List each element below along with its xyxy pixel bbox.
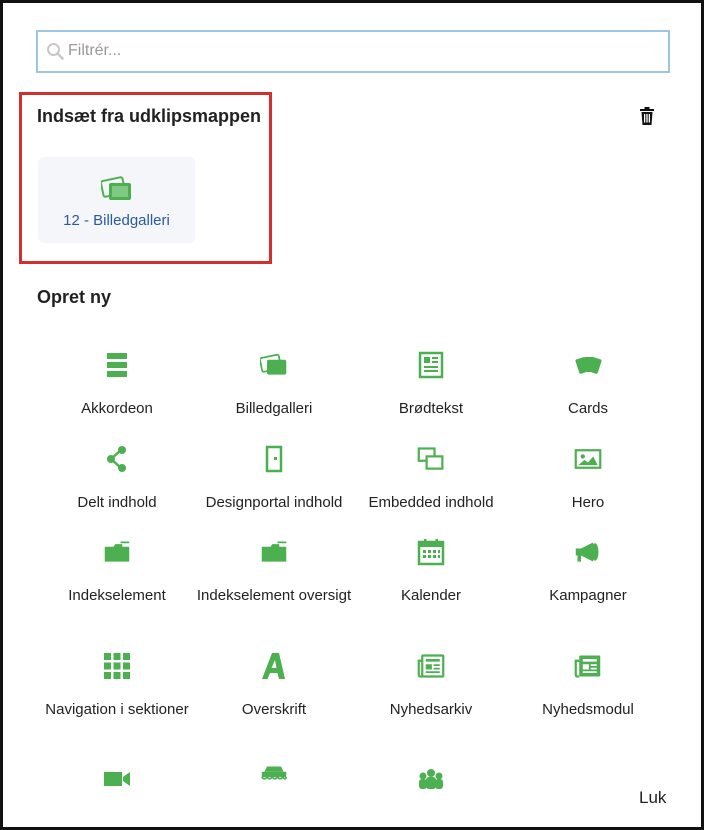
calendar-icon [417, 539, 445, 566]
insert-element-dialog: Indsæt fra udklipsmappen 12 - Billedgall… [0, 0, 704, 830]
element-tile-indekselement-oversigt[interactable]: Indekselement oversigt [193, 538, 355, 618]
element-tile-label: Designportal indhold [205, 494, 343, 511]
text-block-icon [418, 351, 444, 379]
newspaper-icon [417, 654, 445, 678]
element-tile-embedded-indhold[interactable]: Embedded indhold [350, 445, 512, 525]
element-tile-overskrift[interactable]: Overskrift [193, 652, 355, 732]
element-tile-akkordeon[interactable]: Akkordeon [36, 351, 198, 431]
door-icon [265, 445, 283, 473]
folders-icon [261, 541, 287, 562]
element-tile-banner[interactable] [193, 763, 355, 801]
awning-icon [261, 766, 288, 780]
close-button[interactable]: Luk [639, 788, 666, 808]
element-tile-label: Nyhedsmodul [542, 701, 634, 718]
element-tile-label: Overskrift [241, 701, 307, 718]
element-type-grid: Akkordeon Billedgalleri Brødtekst Cards … [23, 341, 685, 801]
accordion-icon [107, 353, 127, 377]
filter-input[interactable] [68, 36, 658, 66]
element-tile-cards[interactable]: Cards [507, 351, 669, 431]
gallery-icon [101, 176, 131, 200]
font-a-icon [262, 653, 285, 679]
search-icon [47, 43, 64, 60]
megaphone-icon [575, 542, 599, 562]
element-tile-label: Kampagner [549, 587, 627, 604]
element-tile-label: Indekselement [68, 587, 166, 604]
element-tile-video[interactable] [36, 769, 198, 801]
folder-icon [104, 541, 130, 562]
share-icon [107, 446, 126, 472]
embed-icon [417, 447, 444, 470]
element-tile-nyhedsmodul[interactable]: Nyhedsmodul [507, 652, 669, 732]
element-tile-indekselement[interactable]: Indekselement [36, 538, 198, 618]
element-tile-label: Brødtekst [398, 400, 464, 417]
grid-icon [104, 653, 130, 679]
element-tile-navigation-i-sektioner[interactable]: Navigation i sektioner [36, 652, 198, 732]
trash-icon[interactable] [639, 107, 655, 125]
video-camera-icon [104, 772, 130, 786]
filter-search-box[interactable] [36, 30, 670, 73]
element-tile-label: Indekselement oversigt [196, 587, 352, 604]
element-tile-label: Cards [567, 400, 608, 417]
cards-icon [575, 357, 602, 374]
element-tile-kalender[interactable]: Kalender [350, 538, 512, 618]
clipboard-item-card[interactable]: 12 - Billedgalleri [38, 157, 195, 243]
element-tile-brodtekst[interactable]: Brødtekst [350, 351, 512, 431]
element-tile-label: Akkordeon [81, 400, 153, 417]
clipboard-section-title: Indsæt fra udklipsmappen [37, 106, 262, 126]
element-tile-label: Embedded indhold [368, 494, 494, 511]
element-tile-billedgalleri[interactable]: Billedgalleri [193, 351, 355, 431]
element-tile-people[interactable] [350, 769, 512, 801]
element-tile-delt-indhold[interactable]: Delt indhold [36, 445, 198, 525]
element-tile-hero[interactable]: Hero [507, 445, 669, 525]
element-tile-kampagner[interactable]: Kampagner [507, 538, 669, 618]
element-tile-designportal-indhold[interactable]: Designportal indhold [193, 445, 355, 525]
element-tile-label: Navigation i sektioner [45, 701, 189, 718]
gallery-icon [260, 353, 287, 375]
element-tile-label: Delt indhold [77, 494, 157, 511]
element-tile-label: Kalender [400, 587, 462, 604]
image-icon [574, 449, 602, 469]
clipboard-item-label: 12 - Billedgalleri [63, 212, 170, 229]
element-tile-label: Nyhedsarkiv [389, 701, 473, 718]
element-tile-label: Hero [571, 494, 605, 511]
element-tile-nyhedsarkiv[interactable]: Nyhedsarkiv [350, 652, 512, 732]
people-icon [419, 769, 443, 789]
element-tile-label: Billedgalleri [235, 400, 313, 417]
create-new-section-title: Opret ny [37, 287, 112, 307]
newspaper-icon [574, 655, 601, 678]
